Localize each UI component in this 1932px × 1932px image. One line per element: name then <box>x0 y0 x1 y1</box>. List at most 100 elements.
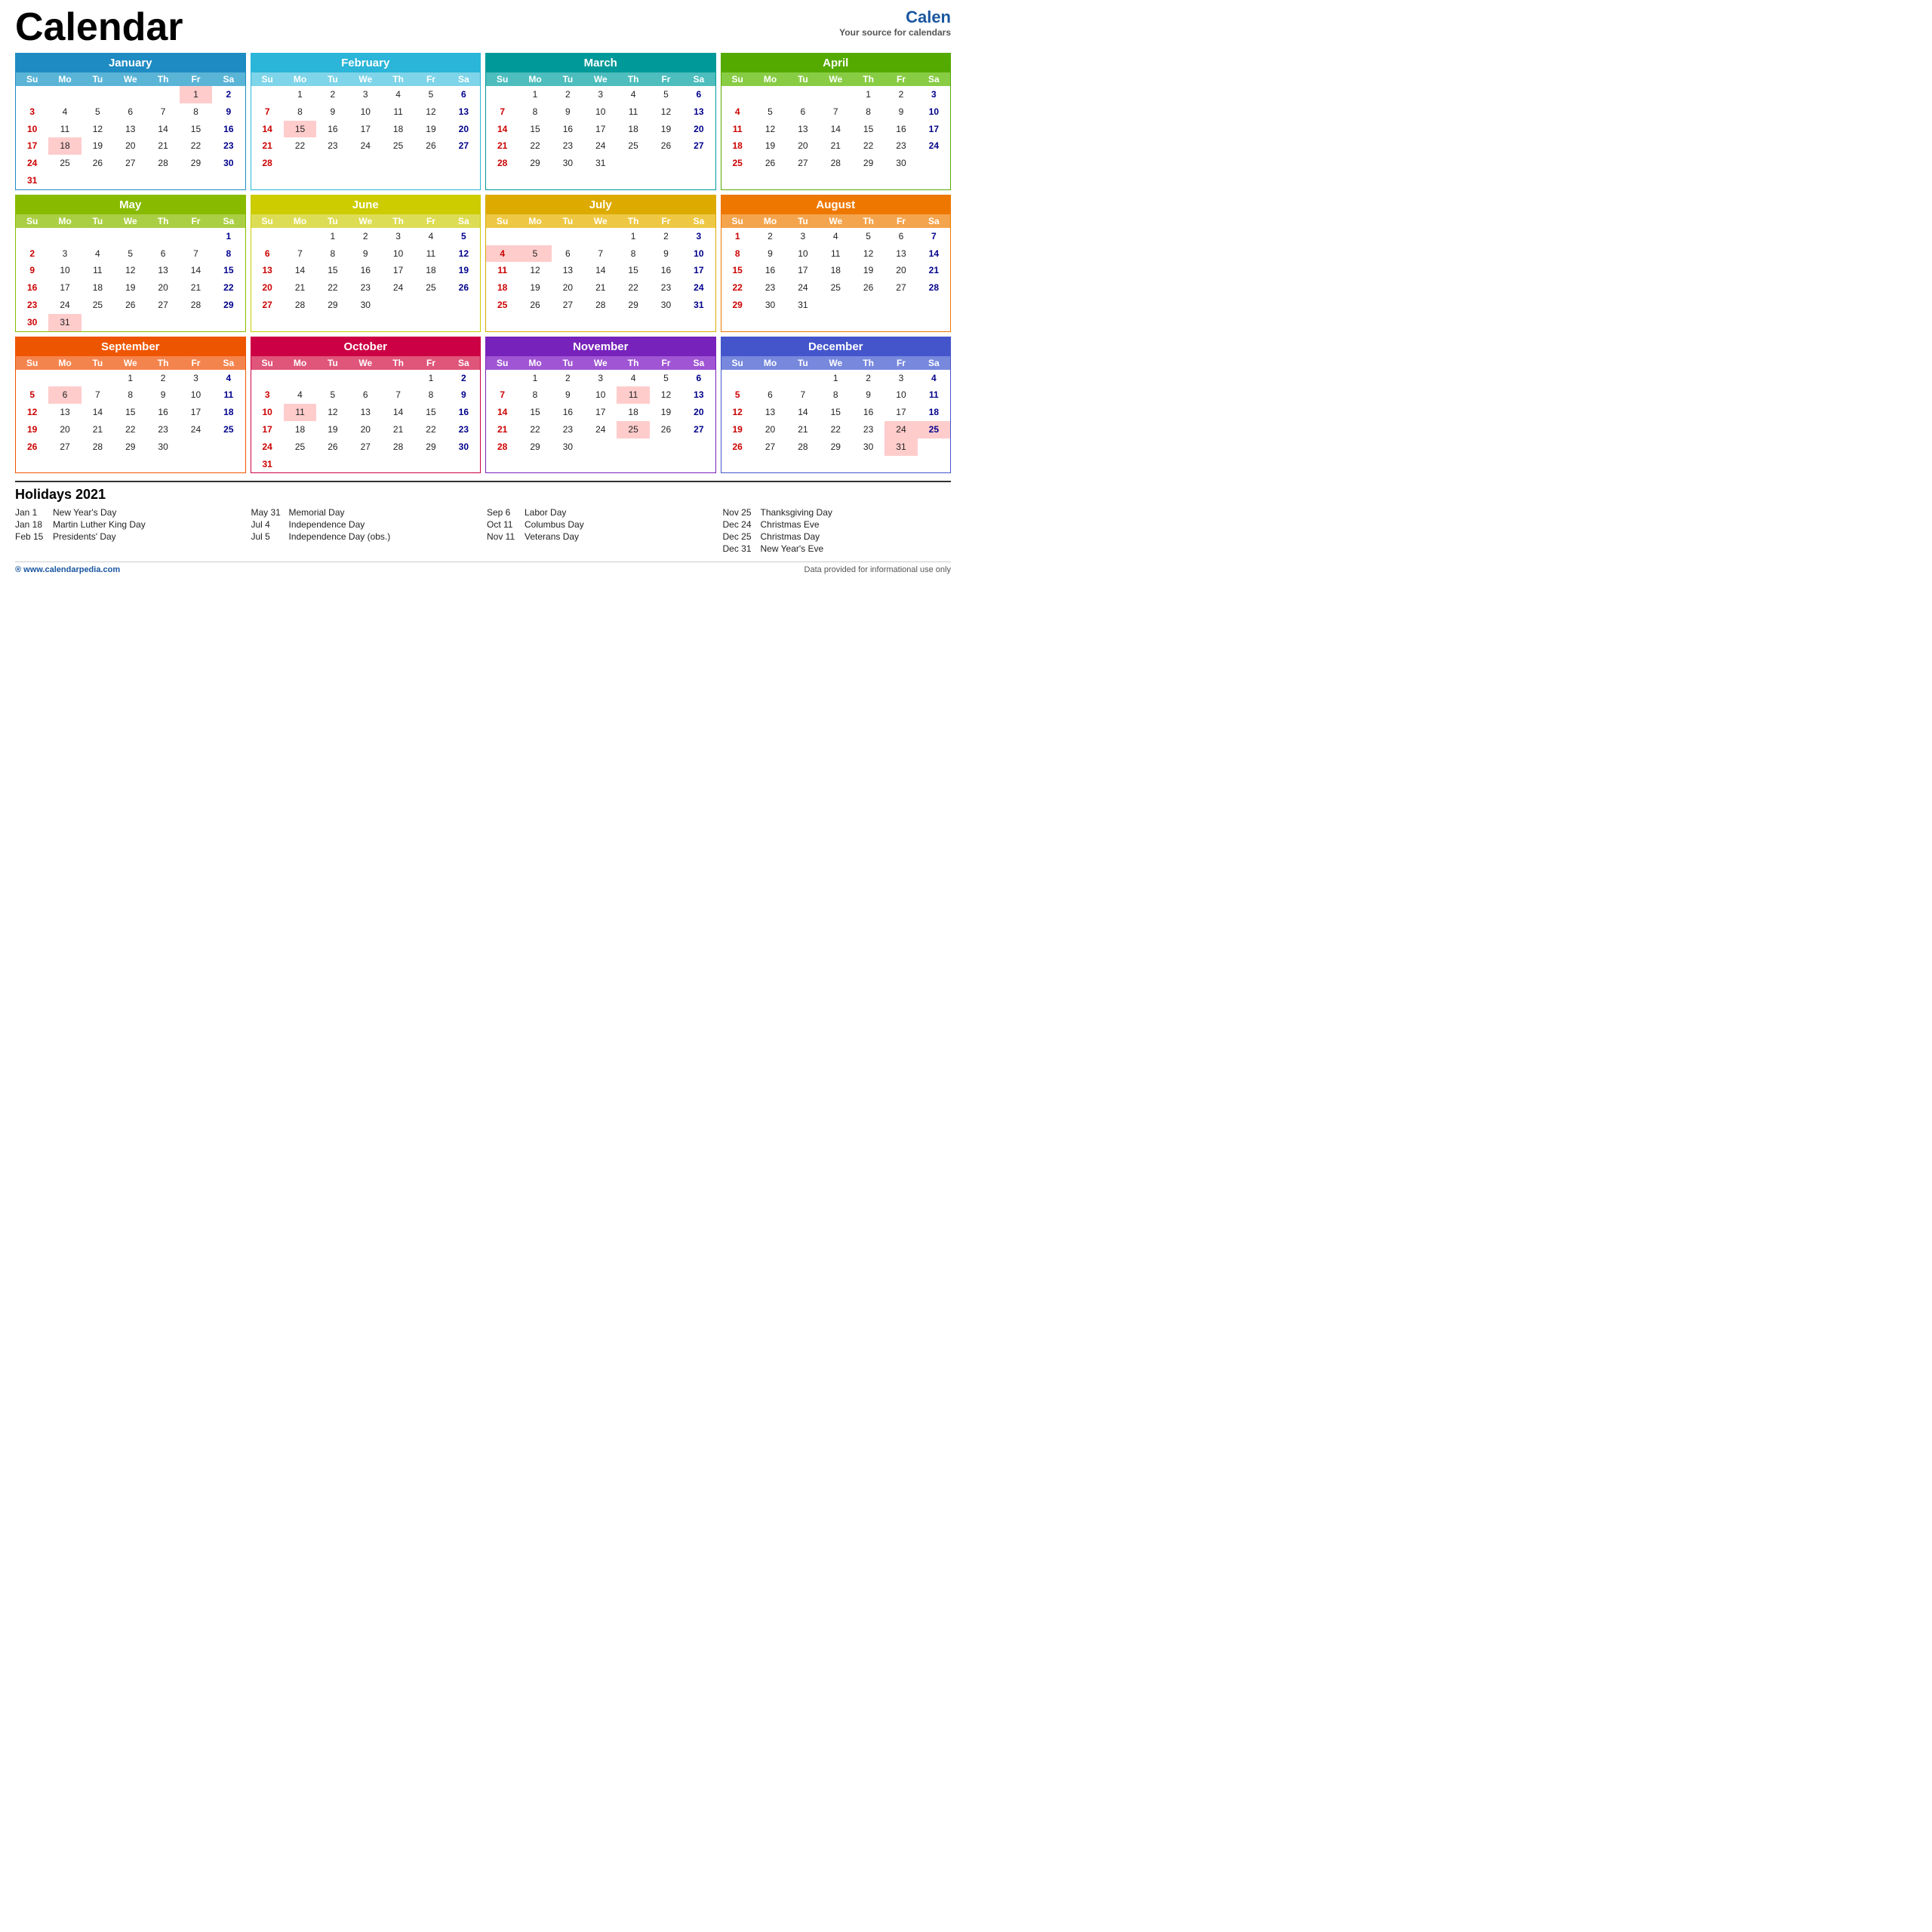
day-cell: 19 <box>754 137 786 155</box>
day-cell: 30 <box>146 438 179 456</box>
day-cell: 19 <box>650 404 682 421</box>
day-cell: 11 <box>820 245 852 263</box>
holiday-name: Christmas Eve <box>761 519 820 530</box>
day-cell: 3 <box>786 228 819 245</box>
month-aug: AugustSuMoTuWeThFrSa12345678910111213141… <box>721 195 952 332</box>
day-cell: 26 <box>82 155 114 172</box>
holiday-row: Dec 25Christmas Day <box>723 531 952 542</box>
day-cell: 14 <box>486 121 518 138</box>
dow-cell: Sa <box>682 358 715 368</box>
day-cell: 20 <box>251 279 284 297</box>
day-cell: 6 <box>349 386 382 404</box>
dow-row-mar: SuMoTuWeThFrSa <box>486 72 715 86</box>
day-empty <box>316 370 349 387</box>
dow-cell: Su <box>486 74 518 85</box>
dow-cell: We <box>584 74 617 85</box>
day-cell: 15 <box>212 262 245 279</box>
dow-cell: Sa <box>918 74 950 85</box>
holiday-name: Christmas Day <box>761 531 820 542</box>
day-cell: 7 <box>146 103 179 121</box>
day-cell: 16 <box>212 121 245 138</box>
day-cell: 20 <box>754 421 786 438</box>
day-cell: 21 <box>786 421 819 438</box>
day-cell: 28 <box>146 155 179 172</box>
day-cell: 31 <box>786 297 819 314</box>
day-cell: 29 <box>617 297 649 314</box>
day-cell: 25 <box>284 438 316 456</box>
day-cell: 2 <box>16 245 48 263</box>
holiday-name: Independence Day (obs.) <box>289 531 391 542</box>
holiday-date: Dec 25 <box>723 531 761 542</box>
day-cell: 30 <box>448 438 480 456</box>
day-cell: 4 <box>918 370 950 387</box>
dow-cell: Su <box>16 216 48 226</box>
dow-cell: Th <box>382 358 414 368</box>
day-cell: 14 <box>284 262 316 279</box>
day-cell: 25 <box>382 137 414 155</box>
day-cell: 27 <box>786 155 819 172</box>
day-cell: 21 <box>146 137 179 155</box>
day-cell: 20 <box>48 421 81 438</box>
day-cell: 16 <box>552 121 584 138</box>
page: Calendar Calen Your source for calendars… <box>0 0 966 582</box>
day-cell: 28 <box>918 279 950 297</box>
holiday-date: Dec 31 <box>723 543 761 554</box>
days-grid-sep: 1234567891011121314151617181920212223242… <box>16 370 245 456</box>
month-header-feb: February <box>251 54 481 72</box>
day-cell: 22 <box>820 421 852 438</box>
dow-cell: Mo <box>48 358 81 368</box>
day-cell: 17 <box>682 262 715 279</box>
header: Calendar Calen Your source for calendars <box>15 8 951 47</box>
day-cell: 7 <box>786 386 819 404</box>
day-cell: 28 <box>486 438 518 456</box>
day-empty <box>754 370 786 387</box>
day-cell: 24 <box>682 279 715 297</box>
day-cell: 12 <box>16 404 48 421</box>
day-cell: 4 <box>212 370 245 387</box>
day-cell: 12 <box>414 103 447 121</box>
day-cell: 9 <box>552 103 584 121</box>
holiday-name: Memorial Day <box>289 507 345 518</box>
day-cell: 3 <box>682 228 715 245</box>
day-cell: 22 <box>414 421 447 438</box>
day-cell: 11 <box>212 386 245 404</box>
day-cell: 24 <box>382 279 414 297</box>
day-cell: 24 <box>48 297 81 314</box>
day-cell: 29 <box>114 438 146 456</box>
month-header-mar: March <box>486 54 715 72</box>
dow-cell: Su <box>16 358 48 368</box>
day-cell: 18 <box>617 121 649 138</box>
days-grid-apr: 1234567891011121314151617181920212223242… <box>721 86 951 172</box>
day-cell: 23 <box>754 279 786 297</box>
day-cell: 28 <box>82 438 114 456</box>
day-cell: 19 <box>721 421 754 438</box>
day-cell: 25 <box>820 279 852 297</box>
holiday-name: Columbus Day <box>525 519 584 530</box>
day-cell: 19 <box>316 421 349 438</box>
day-cell: 29 <box>414 438 447 456</box>
day-cell: 3 <box>349 86 382 103</box>
day-cell: 17 <box>584 404 617 421</box>
dow-cell: Su <box>16 74 48 85</box>
day-cell: 13 <box>682 386 715 404</box>
day-cell: 22 <box>212 279 245 297</box>
holiday-name: Thanksgiving Day <box>761 507 832 518</box>
day-cell: 10 <box>918 103 950 121</box>
day-cell: 9 <box>16 262 48 279</box>
day-cell: 29 <box>518 155 551 172</box>
holiday-date: Jan 1 <box>15 507 53 518</box>
day-empty <box>284 228 316 245</box>
dow-cell: Mo <box>48 74 81 85</box>
day-cell: 1 <box>316 228 349 245</box>
day-cell: 8 <box>114 386 146 404</box>
month-header-oct: October <box>251 337 481 356</box>
day-cell: 13 <box>786 121 819 138</box>
day-cell: 8 <box>414 386 447 404</box>
day-cell: 6 <box>448 86 480 103</box>
dow-cell: Tu <box>552 74 584 85</box>
day-cell: 18 <box>382 121 414 138</box>
holiday-name: Martin Luther King Day <box>53 519 146 530</box>
dow-cell: Fr <box>180 358 212 368</box>
day-cell: 20 <box>146 279 179 297</box>
day-cell: 21 <box>486 137 518 155</box>
